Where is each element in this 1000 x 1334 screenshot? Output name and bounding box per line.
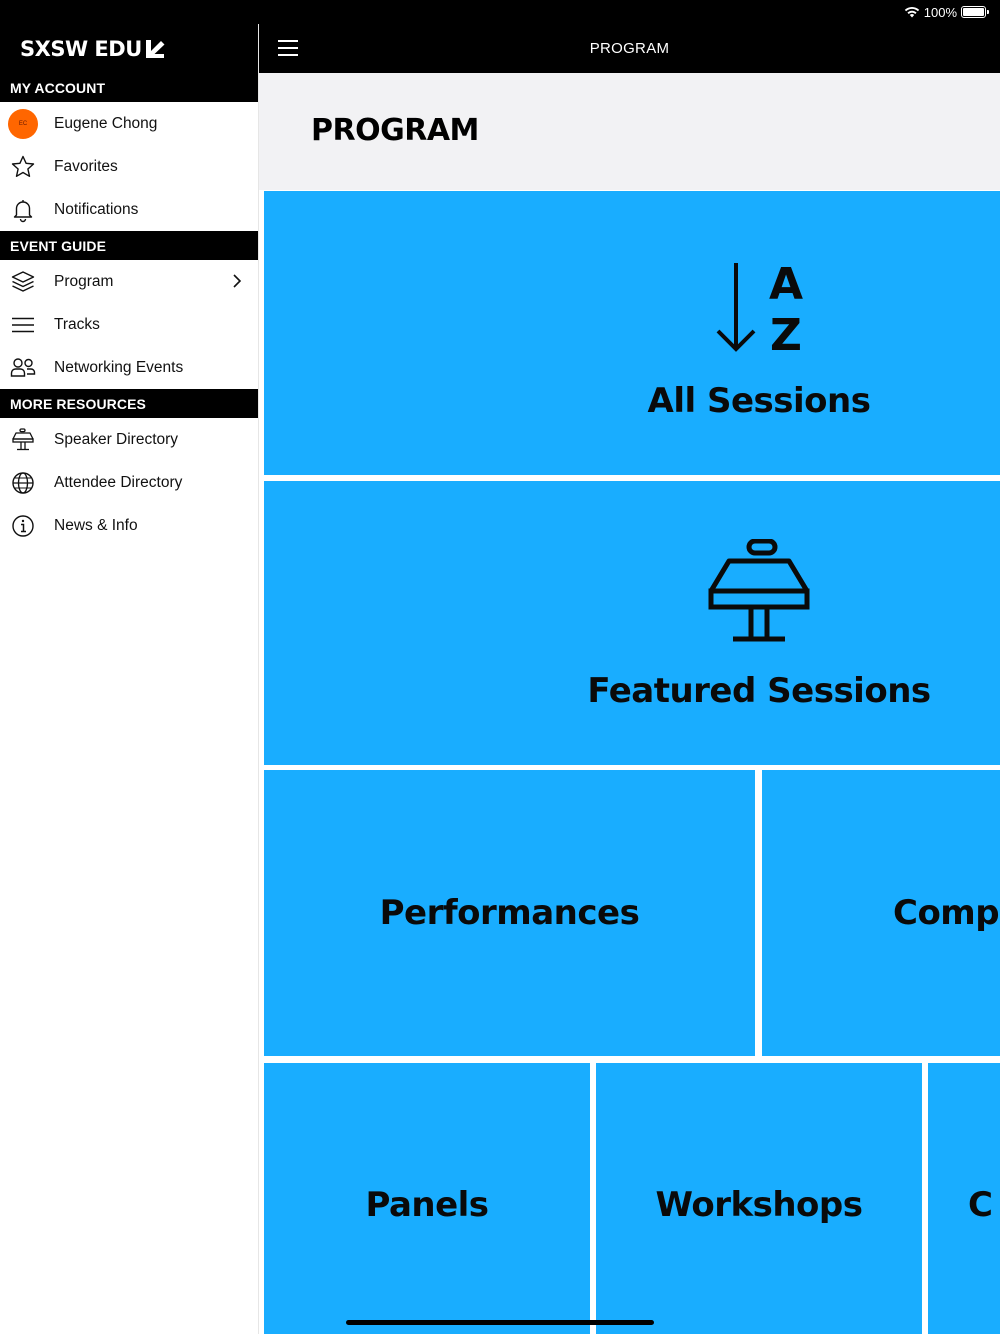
section-header-event-guide: EVENT GUIDE bbox=[0, 231, 258, 260]
sidebar-item-label: Favorites bbox=[54, 157, 118, 175]
tile-label: All Sessions bbox=[647, 381, 871, 421]
tile-label: Performances bbox=[379, 893, 640, 933]
info-icon bbox=[0, 513, 54, 539]
people-icon bbox=[0, 355, 54, 381]
avatar-initials: EC bbox=[18, 120, 28, 127]
tile-partial-right[interactable]: C bbox=[928, 1063, 1000, 1334]
sidebar-item-program[interactable]: Program bbox=[0, 260, 258, 303]
sidebar-item-label: Networking Events bbox=[54, 358, 184, 376]
sidebar-item-label: Eugene Chong bbox=[54, 114, 158, 132]
sxsw-edu-logo[interactable]: SXSW EDU bbox=[20, 37, 166, 61]
battery-icon bbox=[961, 6, 989, 18]
tile-label: Featured Sessions bbox=[587, 671, 931, 711]
sidebar: SXSW EDU MY ACCOUNT EC Eugene Chong Favo… bbox=[0, 24, 259, 1334]
podium-icon bbox=[0, 427, 54, 453]
avatar-slot: EC bbox=[0, 108, 54, 139]
home-indicator[interactable] bbox=[346, 1320, 654, 1325]
main-topbar: PROGRAM bbox=[259, 24, 1000, 73]
brand-bar: SXSW EDU bbox=[0, 24, 258, 73]
tile-featured-sessions[interactable]: Featured Sessions bbox=[264, 481, 1000, 765]
svg-text:A: A bbox=[769, 261, 803, 310]
topbar-title: PROGRAM bbox=[589, 40, 670, 57]
sidebar-item-label: Attendee Directory bbox=[54, 473, 183, 491]
section-header-my-account: MY ACCOUNT bbox=[0, 73, 258, 102]
sidebar-item-notifications[interactable]: Notifications bbox=[0, 188, 258, 231]
sort-az-icon: A Z bbox=[716, 261, 803, 353]
sidebar-item-label: News & Info bbox=[54, 516, 138, 534]
sidebar-item-networking-events[interactable]: Networking Events bbox=[0, 346, 258, 389]
star-icon bbox=[0, 154, 54, 180]
chevron-right-icon bbox=[233, 274, 242, 288]
sidebar-item-profile[interactable]: EC Eugene Chong bbox=[0, 102, 258, 145]
status-bar: 100% bbox=[0, 0, 1000, 24]
sidebar-item-label: Notifications bbox=[54, 200, 139, 218]
sidebar-item-tracks[interactable]: Tracks bbox=[0, 303, 258, 346]
tile-label: Workshops bbox=[655, 1185, 863, 1225]
sidebar-item-label: Program bbox=[54, 272, 114, 290]
sidebar-item-attendee-directory[interactable]: Attendee Directory bbox=[0, 461, 258, 504]
page-header: PROGRAM bbox=[259, 73, 1000, 190]
avatar: EC bbox=[8, 108, 38, 139]
layers-icon bbox=[0, 269, 54, 295]
tile-label: Comp bbox=[893, 893, 1000, 933]
tile-performances[interactable]: Performances bbox=[264, 770, 755, 1056]
section-header-more-resources: MORE RESOURCES bbox=[0, 389, 258, 418]
tile-panels[interactable]: Panels bbox=[264, 1063, 590, 1334]
sidebar-item-favorites[interactable]: Favorites bbox=[0, 145, 258, 188]
battery-fill bbox=[963, 8, 984, 16]
svg-text:Z: Z bbox=[770, 310, 802, 353]
tile-competitions[interactable]: Comp bbox=[762, 770, 1000, 1056]
status-indicators: 100% bbox=[904, 3, 989, 21]
logo-arrow-icon bbox=[145, 39, 165, 58]
tile-label: C bbox=[968, 1185, 993, 1225]
podium-icon bbox=[708, 539, 810, 642]
tile-all-sessions[interactable]: A Z All Sessions bbox=[264, 191, 1000, 475]
sidebar-item-news-info[interactable]: News & Info bbox=[0, 504, 258, 547]
wifi-icon bbox=[904, 6, 919, 18]
battery-percentage: 100% bbox=[923, 4, 957, 20]
sidebar-item-label: Tracks bbox=[54, 315, 100, 333]
tile-label: Panels bbox=[365, 1185, 489, 1225]
logo-text: SXSW EDU bbox=[20, 36, 142, 61]
page-title: PROGRAM bbox=[311, 113, 479, 148]
bell-icon bbox=[0, 197, 54, 223]
sidebar-item-label: Speaker Directory bbox=[54, 430, 179, 448]
globe-icon bbox=[0, 470, 54, 496]
sidebar-item-speaker-directory[interactable]: Speaker Directory bbox=[0, 418, 258, 461]
lines-icon bbox=[0, 312, 54, 338]
tile-workshops[interactable]: Workshops bbox=[596, 1063, 922, 1334]
